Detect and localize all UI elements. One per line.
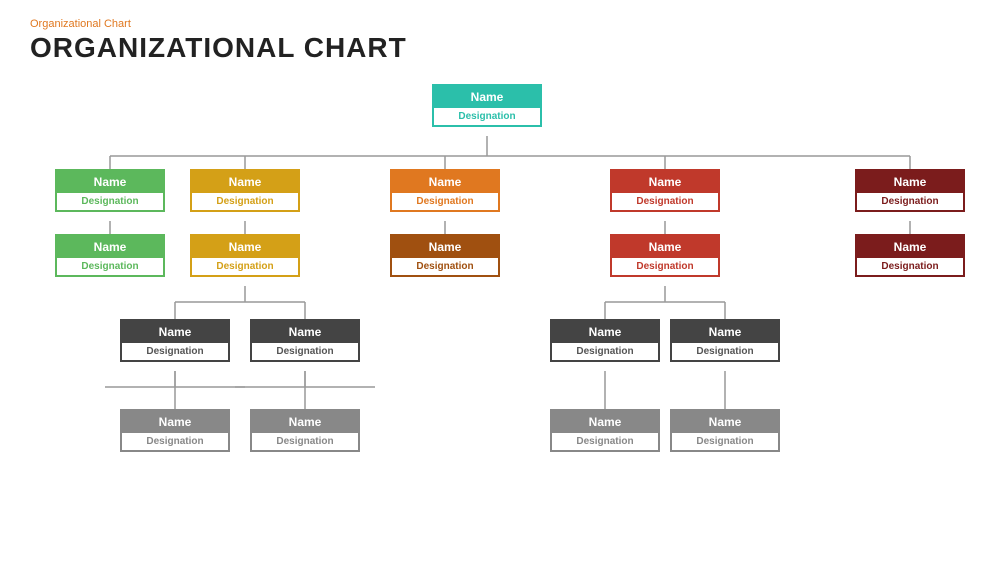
l4-1-designation: Designation — [122, 433, 228, 450]
l3-2-name: Name — [252, 321, 358, 343]
l1-node-3: Name Designation — [390, 169, 500, 212]
l2-3-designation: Designation — [392, 258, 498, 275]
l2-node-4: Name Designation — [610, 234, 720, 277]
l1-4-designation: Designation — [612, 193, 718, 210]
l3-1-name: Name — [122, 321, 228, 343]
l2-node-2: Name Designation — [190, 234, 300, 277]
l2-4-name: Name — [612, 236, 718, 258]
l1-node-1: Name Designation — [55, 169, 165, 212]
page-subtitle: Organizational Chart — [30, 18, 970, 30]
l1-3-name: Name — [392, 171, 498, 193]
l2-5-name: Name — [857, 236, 963, 258]
l3-4-designation: Designation — [672, 343, 778, 360]
l1-4-name: Name — [612, 171, 718, 193]
l2-node-3: Name Designation — [390, 234, 500, 277]
connector-lines — [0, 74, 1000, 534]
l1-5-designation: Designation — [857, 193, 963, 210]
l1-5-name: Name — [857, 171, 963, 193]
l2-5-designation: Designation — [857, 258, 963, 275]
l3-node-1: Name Designation — [120, 319, 230, 362]
l4-node-3: Name Designation — [550, 409, 660, 452]
l1-3-designation: Designation — [392, 193, 498, 210]
l4-node-4: Name Designation — [670, 409, 780, 452]
page-header: Organizational Chart ORGANIZATIONAL CHAR… — [0, 0, 1000, 72]
l1-1-designation: Designation — [57, 193, 163, 210]
root-designation: Designation — [434, 108, 540, 125]
l4-node-2: Name Designation — [250, 409, 360, 452]
l3-3-designation: Designation — [552, 343, 658, 360]
l2-2-name: Name — [192, 236, 298, 258]
l3-node-4: Name Designation — [670, 319, 780, 362]
l4-node-1: Name Designation — [120, 409, 230, 452]
l3-node-3: Name Designation — [550, 319, 660, 362]
l4-1-name: Name — [122, 411, 228, 433]
l1-2-name: Name — [192, 171, 298, 193]
l4-2-name: Name — [252, 411, 358, 433]
l1-node-2: Name Designation — [190, 169, 300, 212]
root-name: Name — [434, 86, 540, 108]
l4-3-name: Name — [552, 411, 658, 433]
root-node: Name Designation — [432, 84, 542, 127]
l3-3-name: Name — [552, 321, 658, 343]
l1-node-5: Name Designation — [855, 169, 965, 212]
l3-4-name: Name — [672, 321, 778, 343]
l4-3-designation: Designation — [552, 433, 658, 450]
l4-4-name: Name — [672, 411, 778, 433]
l2-1-designation: Designation — [57, 258, 163, 275]
l3-1-designation: Designation — [122, 343, 228, 360]
l2-node-1: Name Designation — [55, 234, 165, 277]
l2-1-name: Name — [57, 236, 163, 258]
l1-2-designation: Designation — [192, 193, 298, 210]
l1-1-name: Name — [57, 171, 163, 193]
l2-4-designation: Designation — [612, 258, 718, 275]
l4-2-designation: Designation — [252, 433, 358, 450]
l2-node-5: Name Designation — [855, 234, 965, 277]
l2-3-name: Name — [392, 236, 498, 258]
l3-node-2: Name Designation — [250, 319, 360, 362]
l4-4-designation: Designation — [672, 433, 778, 450]
l1-node-4: Name Designation — [610, 169, 720, 212]
l2-2-designation: Designation — [192, 258, 298, 275]
page-title: ORGANIZATIONAL CHART — [30, 32, 970, 64]
l3-2-designation: Designation — [252, 343, 358, 360]
chart-area: Name Designation Name Designation Name D… — [0, 74, 1000, 534]
